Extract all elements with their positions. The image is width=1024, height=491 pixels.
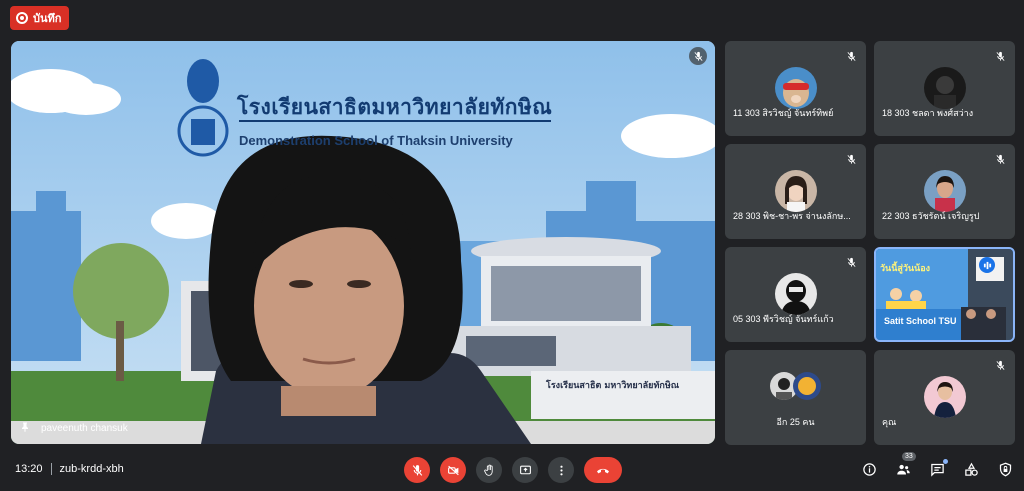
meeting-code[interactable]: zub-krdd-xbh [60, 463, 124, 475]
background-school-subtitle: Demonstration School of Thaksin Universi… [239, 133, 513, 148]
hang-up-icon [597, 468, 609, 474]
recording-badge[interactable]: บันทึก [10, 6, 70, 30]
mic-off-icon [842, 253, 860, 271]
participant-tile[interactable]: 18 303 ชลดา พงศ์สว่าง [874, 41, 1015, 136]
camera-toggle-button[interactable] [440, 457, 466, 483]
present-screen-button[interactable] [512, 457, 538, 483]
pin-icon[interactable] [19, 421, 31, 436]
participant-name: 11 303 สิรวิชญ์ จันทร์ทิพย์ [733, 108, 834, 118]
leave-call-button[interactable] [584, 457, 622, 483]
participant-name: คุณ [882, 417, 897, 427]
call-controls [404, 457, 622, 483]
meeting-info: 13:20 zub-krdd-xbh [15, 463, 124, 475]
participant-tile[interactable]: 11 303 สิรวิชญ์ จันทร์ทิพย์ [725, 41, 866, 136]
banner-text: วันนี้สู่วันน้อง [880, 264, 931, 274]
participant-count-badge: 33 [902, 452, 916, 461]
camera-off-icon [447, 465, 459, 475]
mic-off-icon [842, 150, 860, 168]
participant-tile[interactable]: 22 303 ธวัชรัตน์ เจริญรูป [874, 144, 1015, 239]
side-panel-buttons: 33 [860, 452, 1014, 478]
hand-icon [483, 464, 493, 476]
participant-name: 28 303 พิช-ชา-พร จ่านงลักษ... [733, 211, 851, 221]
chat-icon [930, 463, 944, 477]
active-speaker-tile[interactable]: วันนี้สู่วันน้อง Satit School TSU [874, 247, 1015, 342]
mic-off-icon [412, 464, 422, 476]
activities-button[interactable] [962, 460, 980, 478]
avatar [923, 67, 966, 109]
people-button[interactable]: 33 [894, 452, 916, 478]
mic-off-icon [991, 356, 1009, 374]
notification-dot [943, 459, 948, 464]
building-sign-text: โรงเรียนสาธิต มหาวิทยาลัยทักษิณ [546, 381, 680, 391]
shield-lock-icon [999, 462, 1011, 476]
meeting-details-button[interactable] [860, 460, 878, 478]
avatar [774, 273, 817, 315]
speaking-indicator-icon [979, 257, 995, 273]
avatar [923, 170, 966, 212]
more-options-button[interactable] [548, 457, 574, 483]
clock-time: 13:20 [15, 463, 43, 475]
present-icon [519, 465, 531, 474]
participant-name: 18 303 ชลดา พงศ์สว่าง [882, 108, 974, 118]
people-icon [896, 464, 910, 474]
bottom-toolbar: 13:20 zub-krdd-xbh 33 [0, 447, 1024, 491]
avatar [923, 376, 966, 418]
raise-hand-button[interactable] [476, 457, 502, 483]
mic-off-icon [842, 47, 860, 65]
info-icon [862, 462, 876, 476]
background-school-title: โรงเรียนสาธิตมหาวิทยาลัยทักษิณ [237, 95, 553, 119]
more-vertical-icon [559, 465, 563, 475]
meet-window: บันทึก โรงเรียนสาธิตมหาวิทยาลัยทักษิณ De… [0, 0, 1024, 491]
mic-off-icon [991, 47, 1009, 65]
chat-button[interactable] [928, 459, 948, 478]
participant-name: Satit School TSU [884, 316, 957, 326]
participant-name: 05 303 พีรวิชญ์ จันทร์แก้ว [733, 314, 834, 324]
main-video-tile[interactable]: โรงเรียนสาธิตมหาวิทยาลัยทักษิณ Demonstra… [11, 41, 715, 444]
host-controls-button[interactable] [996, 460, 1014, 478]
self-tile[interactable]: คุณ [874, 350, 1015, 445]
mic-off-icon [991, 150, 1009, 168]
main-participant-label: paveenuth chansuk [19, 421, 128, 436]
avatar [793, 372, 821, 400]
participant-tile[interactable]: 28 303 พิช-ชา-พร จ่านงลักษ... [725, 144, 866, 239]
participant-name: 22 303 ธวัชรัตน์ เจริญรูป [882, 211, 980, 221]
others-tile[interactable]: อีก 25 คน [725, 350, 866, 445]
others-count-label: อีก 25 คน [776, 417, 815, 427]
record-icon [16, 12, 28, 24]
recording-label: บันทึก [33, 13, 62, 25]
avatar [774, 170, 817, 212]
activities-icon [964, 462, 978, 476]
participant-tile[interactable]: 05 303 พีรวิชญ์ จันทร์แก้ว [725, 247, 866, 342]
mic-off-icon [689, 47, 707, 65]
main-participant-name: paveenuth chansuk [41, 423, 128, 434]
divider [50, 463, 52, 475]
mic-toggle-button[interactable] [404, 457, 430, 483]
avatar [774, 67, 817, 109]
